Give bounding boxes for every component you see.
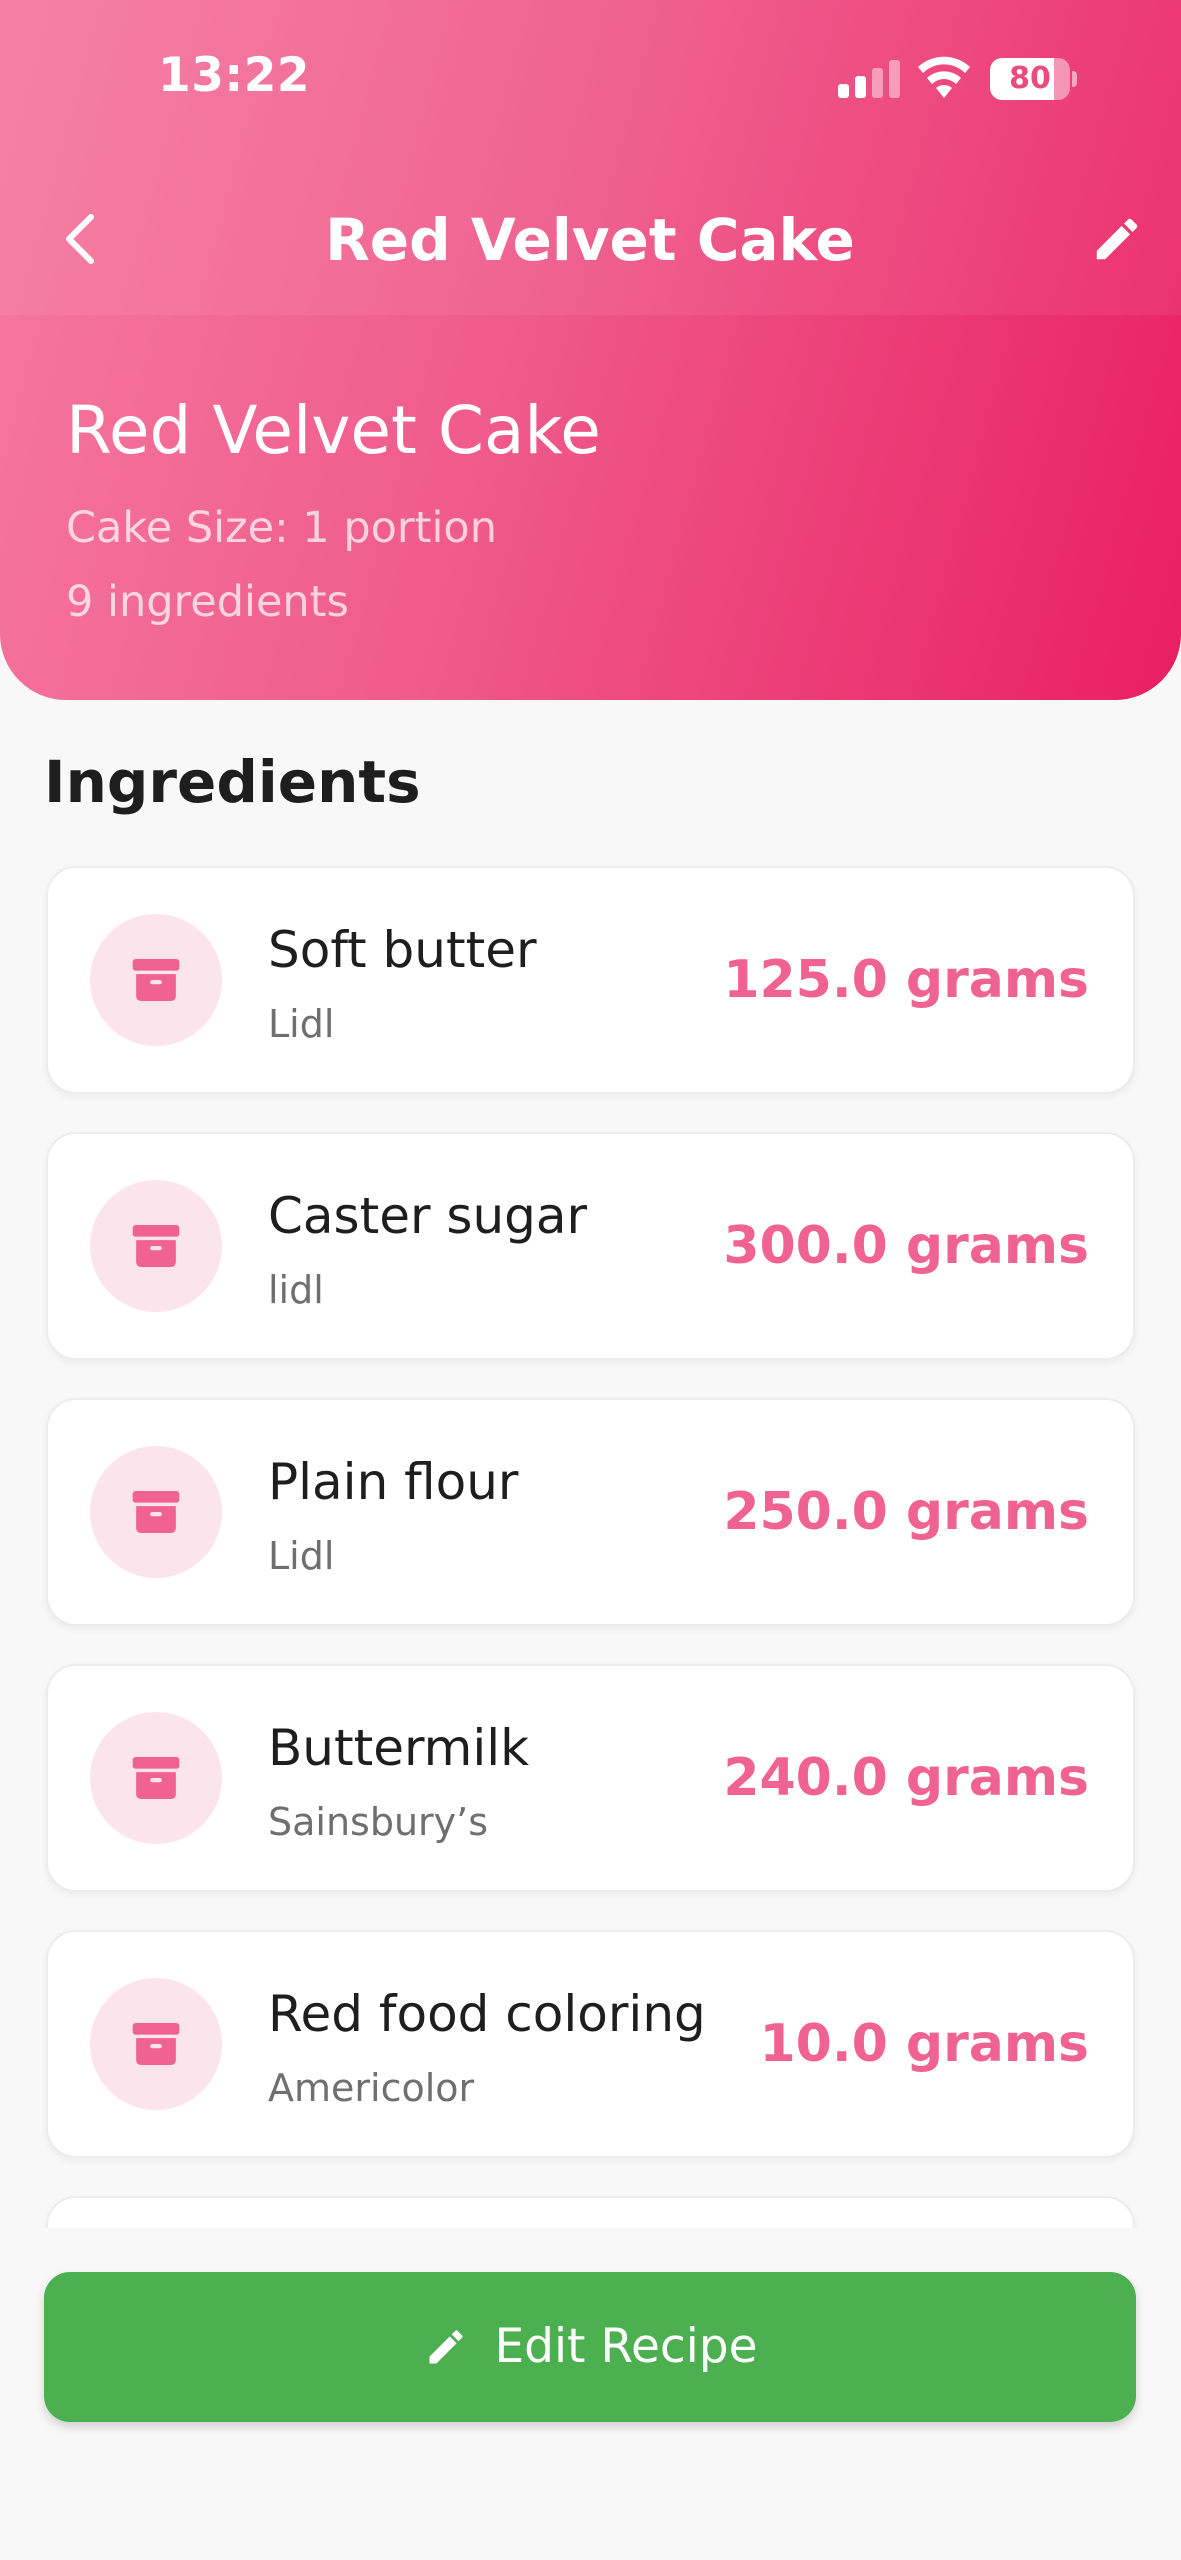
ingredient-name: Plain flour [268, 1453, 519, 1511]
battery-nub [1072, 71, 1077, 87]
battery-level-text: 80 [1009, 61, 1051, 96]
ingredients-heading: Ingredients [44, 748, 421, 816]
chevron-left-icon [66, 214, 94, 264]
ingredient-icon-circle [90, 914, 222, 1046]
ingredient-card[interactable]: Caster sugar lidl 300.0 grams [46, 1132, 1135, 1360]
archive-box-icon [132, 959, 180, 1001]
recipe-name: Red Velvet Cake [66, 392, 601, 469]
ingredient-name: Red food coloring [268, 1985, 706, 2043]
archive-box-icon [132, 1491, 180, 1533]
ingredient-quantity: 125.0 grams [723, 950, 1089, 1010]
bottom-action-bar: Edit Recipe [0, 2228, 1181, 2560]
ingredient-quantity: 300.0 grams [723, 1216, 1089, 1276]
ingredient-name: Buttermilk [268, 1719, 530, 1777]
ingredient-store: Lidl [268, 1002, 335, 1046]
edit-button[interactable] [1072, 194, 1162, 284]
ingredient-quantity: 10.0 grams [759, 2014, 1090, 2074]
pencil-icon [422, 2323, 470, 2371]
ingredient-store: Lidl [268, 1534, 335, 1578]
ingredient-card[interactable]: Buttermilk Sainsbury’s 240.0 grams [46, 1664, 1135, 1892]
ingredient-card[interactable]: Red food coloring Americolor 10.0 grams [46, 1930, 1135, 2158]
edit-recipe-label: Edit Recipe [494, 2319, 758, 2374]
ingredient-icon-circle [90, 1978, 222, 2110]
ingredient-quantity: 240.0 grams [723, 1748, 1089, 1808]
ingredient-store: lidl [268, 1268, 324, 1312]
archive-box-icon [132, 2023, 180, 2065]
ingredient-card[interactable]: Plain flour Lidl 250.0 grams [46, 1398, 1135, 1626]
ingredient-name: Soft butter [268, 921, 537, 979]
ingredient-count: 9 ingredients [66, 577, 349, 627]
ingredient-icon-circle [90, 1180, 222, 1312]
battery-icon: 80 [990, 58, 1077, 100]
back-button[interactable] [44, 194, 114, 284]
ingredient-store: Sainsbury’s [268, 1800, 489, 1844]
battery-body: 80 [990, 58, 1070, 100]
recipe-header: 13:22 80 Red Velvet Cake Red Velvet Cake… [0, 0, 1181, 700]
ingredient-list: Soft butter Lidl 125.0 grams Caster suga… [46, 866, 1135, 2462]
page-title: Red Velvet Cake [325, 206, 855, 274]
pencil-icon [1096, 218, 1138, 260]
edit-recipe-button[interactable]: Edit Recipe [44, 2272, 1136, 2422]
ingredient-name: Caster sugar [268, 1187, 588, 1245]
ingredient-quantity: 250.0 grams [723, 1482, 1089, 1542]
ingredient-icon-circle [90, 1446, 222, 1578]
ingredient-card[interactable]: Soft butter Lidl 125.0 grams [46, 866, 1135, 1094]
archive-box-icon [132, 1225, 180, 1267]
recipe-size: Cake Size: 1 portion [66, 503, 497, 553]
ingredient-icon-circle [90, 1712, 222, 1844]
signal-icon [838, 60, 900, 98]
archive-box-icon [132, 1757, 180, 1799]
status-time: 13:22 [158, 48, 311, 103]
wifi-icon [918, 56, 970, 98]
ingredient-store: Americolor [268, 2066, 475, 2110]
